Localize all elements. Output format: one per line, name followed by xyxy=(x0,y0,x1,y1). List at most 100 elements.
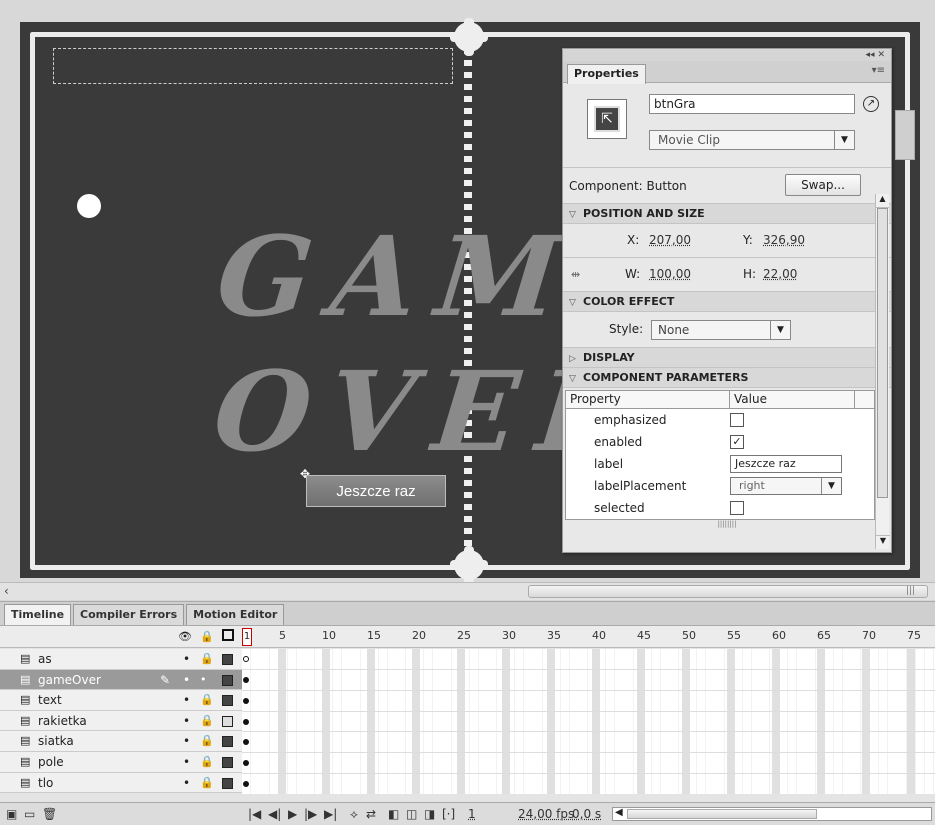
panel-menu-icon[interactable]: ▾≡ xyxy=(872,65,885,76)
layer-row[interactable]: ▤ as • 🔒 xyxy=(0,649,242,670)
keyframe[interactable] xyxy=(243,656,249,662)
fps-readout[interactable]: 24,00 fps xyxy=(518,807,574,821)
component-row: Component: Button Swap... xyxy=(563,168,891,204)
play-again-button[interactable]: Jeszcze raz xyxy=(306,475,446,507)
last-frame-icon[interactable]: ▶| xyxy=(324,807,337,821)
param-row: labelPlacement right ▼ xyxy=(566,475,874,497)
prev-frame-icon[interactable]: ◀| xyxy=(268,807,281,821)
properties-scrollbar[interactable]: ▲ ▼ xyxy=(875,194,890,549)
layer-row[interactable]: ▤ rakietka • 🔒 xyxy=(0,710,242,732)
layer-color-box xyxy=(222,695,233,707)
value-column-header: Value xyxy=(730,391,855,408)
ball[interactable] xyxy=(77,194,101,218)
keyframe[interactable] xyxy=(243,760,249,766)
panel-titlebar[interactable]: ◂◂ ✕ xyxy=(563,49,891,61)
section-component-parameters[interactable]: ▽ COMPONENT PARAMETERS xyxy=(563,368,891,388)
label-placement-select[interactable]: right ▼ xyxy=(730,477,842,495)
tab-compiler-errors[interactable]: Compiler Errors xyxy=(73,604,185,625)
frame-ruler[interactable]: 1 5 10 15 20 25 30 35 40 45 50 55 60 65 … xyxy=(242,626,935,648)
x-label: X: xyxy=(627,233,640,247)
tab-properties[interactable]: Properties xyxy=(567,64,646,84)
resize-grip-icon[interactable]: |||||||| xyxy=(563,520,891,528)
outline-icon[interactable] xyxy=(222,629,234,641)
layer-color-box xyxy=(222,654,233,665)
swap-button[interactable]: Swap... xyxy=(785,174,861,196)
layer-row[interactable]: ▤ siatka • 🔒 xyxy=(0,731,242,752)
layer-row[interactable]: ▤ pole • 🔒 xyxy=(0,751,242,773)
x-value[interactable]: 207,00 xyxy=(649,233,691,247)
emphasized-checkbox[interactable] xyxy=(730,413,744,427)
layer-color-box xyxy=(222,777,233,789)
playhead[interactable]: 1 xyxy=(242,628,252,646)
scroll-left-icon[interactable]: ‹ xyxy=(4,584,9,598)
loop-icon[interactable]: ⇄ xyxy=(366,807,376,821)
instance-name-input[interactable]: btnGra xyxy=(649,94,855,114)
new-folder-icon[interactable]: ▭ xyxy=(24,807,35,821)
play-icon[interactable]: ▶ xyxy=(288,807,297,821)
frame-grid[interactable] xyxy=(242,649,935,794)
layer-row[interactable]: ▤ text • 🔒 xyxy=(0,690,242,711)
scroll-up-icon[interactable]: ▲ xyxy=(876,194,889,208)
tab-timeline[interactable]: Timeline xyxy=(4,604,72,625)
edit-multiple-icon[interactable]: ◨ xyxy=(424,807,435,821)
onion-markers-icon[interactable]: [·] xyxy=(442,807,455,821)
first-frame-icon[interactable]: |◀ xyxy=(248,807,261,821)
stage-horizontal-scrollbar[interactable]: ‹ ||| xyxy=(0,582,935,600)
y-value[interactable]: 326,90 xyxy=(763,233,805,247)
triangle-down-icon: ▽ xyxy=(569,298,576,308)
stage-hscroll-thumb[interactable]: ||| xyxy=(528,585,928,598)
text-field-placeholder[interactable] xyxy=(53,48,453,84)
triangle-down-icon: ▽ xyxy=(569,210,576,220)
position-row: X: 207,00 Y: 326,90 xyxy=(563,224,891,258)
lock-icon: 🔒 xyxy=(200,775,214,789)
flash-ide: GAME OVER ✥ Jeszcze raz ‹ ||| ◂◂ ✕ Prope… xyxy=(0,0,935,825)
label-input[interactable]: Jeszcze raz xyxy=(730,455,842,473)
properties-scroll-thumb[interactable] xyxy=(877,208,888,498)
lock-icon[interactable]: 🔒 xyxy=(200,630,214,643)
keyframe[interactable] xyxy=(243,739,249,745)
h-value[interactable]: 22,00 xyxy=(763,267,797,281)
param-row: enabled ✓ xyxy=(566,431,874,453)
collapse-icon[interactable]: ◂◂ xyxy=(866,50,875,60)
tab-motion-editor[interactable]: Motion Editor xyxy=(186,604,285,625)
current-frame-readout[interactable]: 1 xyxy=(468,807,476,821)
time-readout[interactable]: 0,0 s xyxy=(572,807,601,821)
layer-icon: ▤ xyxy=(20,672,31,686)
keyframe[interactable] xyxy=(243,698,249,704)
eye-icon[interactable]: 👁 xyxy=(178,630,192,643)
layer-color-box xyxy=(222,715,233,727)
section-color-effect[interactable]: ▽ COLOR EFFECT xyxy=(563,292,891,312)
lock-icon: 🔒 xyxy=(200,693,214,707)
delete-layer-icon[interactable]: 🗑 xyxy=(42,807,57,821)
style-label: Style: xyxy=(609,322,644,336)
next-frame-icon[interactable]: |▶ xyxy=(304,807,317,821)
lock-proportions-icon[interactable]: ⇹ xyxy=(571,268,580,281)
stage-vertical-scroll-thumb[interactable] xyxy=(895,110,915,160)
onion-skin-icon[interactable]: ◧ xyxy=(388,807,399,821)
enabled-checkbox[interactable]: ✓ xyxy=(730,435,744,449)
onion-outline-icon[interactable]: ◫ xyxy=(406,807,417,821)
layer-row[interactable]: ▤ gameOver ✎ • • xyxy=(0,669,242,691)
help-icon[interactable]: ↗ xyxy=(863,96,879,112)
timeline-scroll-thumb[interactable] xyxy=(627,809,817,819)
section-position-size[interactable]: ▽ POSITION AND SIZE xyxy=(563,204,891,224)
layer-row[interactable]: ▤ tlo • 🔒 xyxy=(0,772,242,794)
layer-icon: ▤ xyxy=(20,713,31,727)
close-icon[interactable]: ✕ xyxy=(877,50,885,60)
center-frame-icon[interactable]: ⟡ xyxy=(350,807,358,822)
keyframe[interactable] xyxy=(243,677,249,683)
chevron-down-icon: ▼ xyxy=(821,478,841,494)
keyframe[interactable] xyxy=(243,781,249,787)
section-display[interactable]: ▷ DISPLAY xyxy=(563,348,891,368)
scroll-left-icon[interactable]: ◀ xyxy=(615,807,623,818)
selected-checkbox[interactable] xyxy=(730,501,744,515)
w-value[interactable]: 100,00 xyxy=(649,267,691,281)
symbol-type-select[interactable]: Movie Clip ▼ xyxy=(649,130,855,150)
new-layer-icon[interactable]: ▣ xyxy=(6,807,17,821)
properties-panel: ◂◂ ✕ Properties ▾≡ ⇱ btnGra ↗ Movie Clip… xyxy=(562,48,892,553)
keyframe[interactable] xyxy=(243,719,249,725)
params-header: Property Value xyxy=(566,391,874,409)
timeline-scrollbar[interactable]: ◀ xyxy=(612,807,932,821)
scroll-down-icon[interactable]: ▼ xyxy=(876,535,890,549)
style-select[interactable]: None ▼ xyxy=(651,320,791,340)
